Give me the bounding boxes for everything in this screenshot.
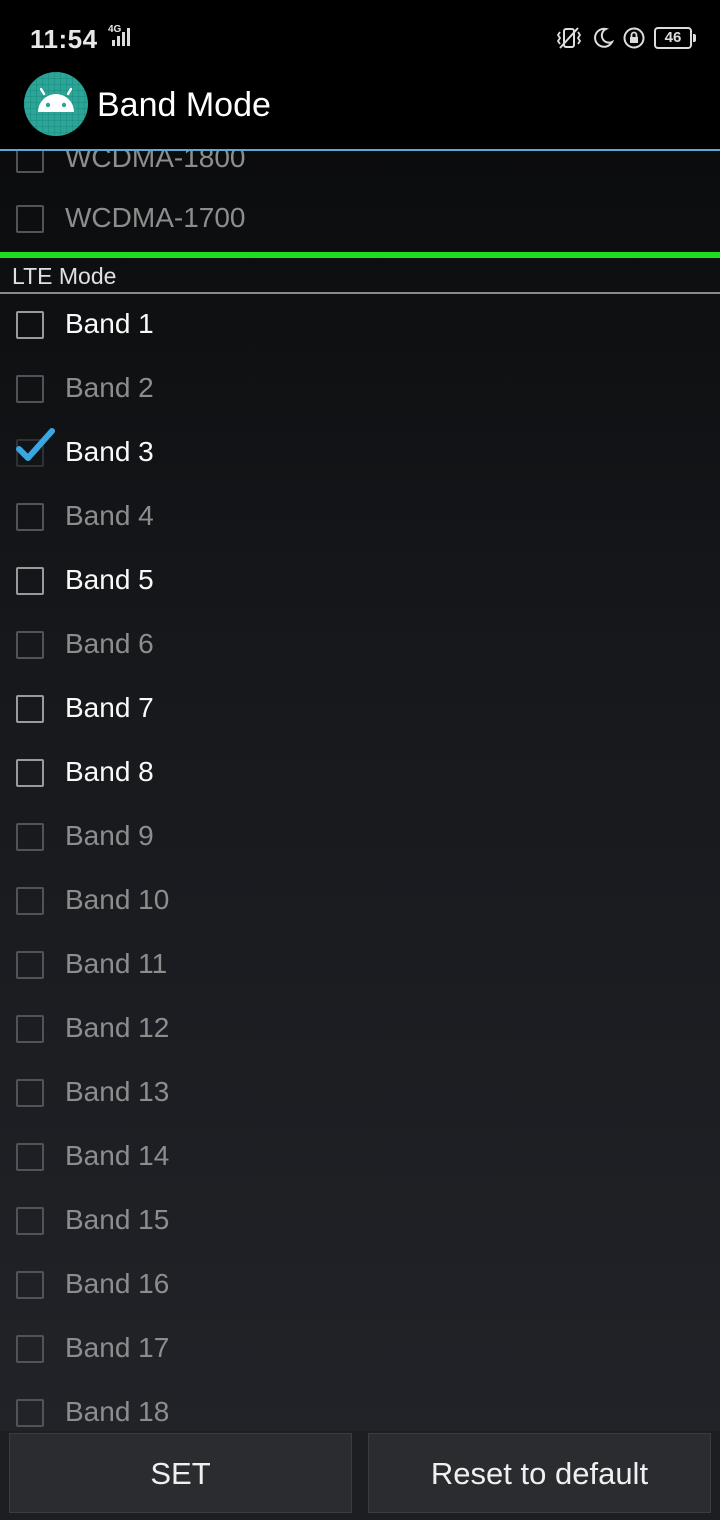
band-row-4[interactable]: Band 4 bbox=[0, 487, 720, 551]
checkbox[interactable] bbox=[16, 1079, 44, 1107]
band-label: Band 3 bbox=[65, 436, 154, 467]
set-button[interactable]: SET bbox=[9, 1433, 352, 1513]
checkbox[interactable] bbox=[16, 151, 44, 173]
band-row-13[interactable]: Band 13 bbox=[0, 1063, 720, 1127]
band-label: Band 6 bbox=[65, 628, 154, 659]
section-underline bbox=[0, 292, 720, 294]
band-row-7[interactable]: Band 7 bbox=[0, 679, 720, 743]
band-label: Band 4 bbox=[65, 500, 154, 531]
band-label: Band 13 bbox=[65, 1076, 170, 1107]
section-divider bbox=[0, 252, 720, 258]
checkbox[interactable] bbox=[16, 759, 44, 787]
band-label: Band 18 bbox=[65, 1396, 170, 1427]
vibrate-icon bbox=[556, 27, 582, 49]
signal-icon: 4G bbox=[108, 24, 134, 48]
band-label: Band 10 bbox=[65, 884, 170, 915]
checkbox[interactable] bbox=[16, 823, 44, 851]
app-bar: Band Mode bbox=[0, 58, 720, 150]
band-label: Band 1 bbox=[65, 308, 154, 339]
checkbox[interactable] bbox=[16, 951, 44, 979]
checkbox[interactable] bbox=[16, 1143, 44, 1171]
band-row-wcdma-1700[interactable]: WCDMA-1700 bbox=[0, 189, 720, 253]
checkbox[interactable] bbox=[16, 1207, 44, 1235]
band-row-17[interactable]: Band 17 bbox=[0, 1319, 720, 1383]
band-label: Band 11 bbox=[65, 948, 168, 979]
band-row-1[interactable]: Band 1 bbox=[0, 295, 720, 359]
band-label: Band 17 bbox=[65, 1332, 170, 1363]
band-row-18[interactable]: Band 18 bbox=[0, 1383, 720, 1431]
moon-icon bbox=[594, 27, 614, 48]
band-row-9[interactable]: Band 9 bbox=[0, 807, 720, 871]
band-label: Band 16 bbox=[65, 1268, 170, 1299]
band-label: WCDMA-1700 bbox=[65, 202, 246, 233]
network-type: 4G bbox=[108, 24, 122, 35]
rotation-lock-icon bbox=[623, 27, 645, 49]
checkbox[interactable] bbox=[16, 695, 44, 723]
battery-indicator: 46 bbox=[654, 27, 696, 49]
band-label: Band 14 bbox=[65, 1140, 170, 1171]
band-label: WCDMA-1800 bbox=[65, 151, 246, 173]
reset-to-default-button[interactable]: Reset to default bbox=[368, 1433, 711, 1513]
band-row-wcdma-1800[interactable]: WCDMA-1800 bbox=[0, 151, 720, 193]
page-title: Band Mode bbox=[97, 86, 271, 124]
status-time: 11:54 bbox=[30, 24, 98, 54]
section-title-lte: LTE Mode bbox=[12, 263, 117, 289]
checkbox[interactable] bbox=[16, 205, 44, 233]
band-label: Band 2 bbox=[65, 372, 154, 403]
android-icon bbox=[24, 72, 88, 136]
band-row-8[interactable]: Band 8 bbox=[0, 743, 720, 807]
band-row-10[interactable]: Band 10 bbox=[0, 871, 720, 935]
band-label: Band 7 bbox=[65, 692, 154, 723]
band-row-14[interactable]: Band 14 bbox=[0, 1127, 720, 1191]
checkbox[interactable] bbox=[16, 1399, 44, 1427]
status-icons: 46 bbox=[554, 26, 696, 50]
band-row-3[interactable]: Band 3 bbox=[0, 423, 720, 487]
checkbox[interactable] bbox=[16, 631, 44, 659]
checkbox[interactable] bbox=[16, 1015, 44, 1043]
band-row-15[interactable]: Band 15 bbox=[0, 1191, 720, 1255]
band-label: Band 12 bbox=[65, 1012, 170, 1043]
band-label: Band 15 bbox=[65, 1204, 170, 1235]
checkbox[interactable] bbox=[16, 503, 44, 531]
checkmark-icon bbox=[16, 428, 55, 461]
checkbox[interactable] bbox=[16, 375, 44, 403]
band-row-6[interactable]: Band 6 bbox=[0, 615, 720, 679]
band-row-2[interactable]: Band 2 bbox=[0, 359, 720, 423]
band-row-5[interactable]: Band 5 bbox=[0, 551, 720, 615]
checkbox[interactable] bbox=[16, 887, 44, 915]
band-row-16[interactable]: Band 16 bbox=[0, 1255, 720, 1319]
band-row-11[interactable]: Band 11 bbox=[0, 935, 720, 999]
checkbox[interactable] bbox=[16, 311, 44, 339]
band-label: Band 5 bbox=[65, 564, 154, 595]
bottom-action-bar: SET Reset to default bbox=[0, 1431, 720, 1520]
checkbox[interactable] bbox=[16, 1271, 44, 1299]
checkbox[interactable] bbox=[16, 567, 44, 595]
band-label: Band 9 bbox=[65, 820, 154, 851]
checkbox[interactable] bbox=[16, 1335, 44, 1363]
band-row-12[interactable]: Band 12 bbox=[0, 999, 720, 1063]
band-list[interactable]: WCDMA-1800 WCDMA-1700 LTE Mode Band 1 Ba… bbox=[0, 151, 720, 1431]
band-label: Band 8 bbox=[65, 756, 154, 787]
